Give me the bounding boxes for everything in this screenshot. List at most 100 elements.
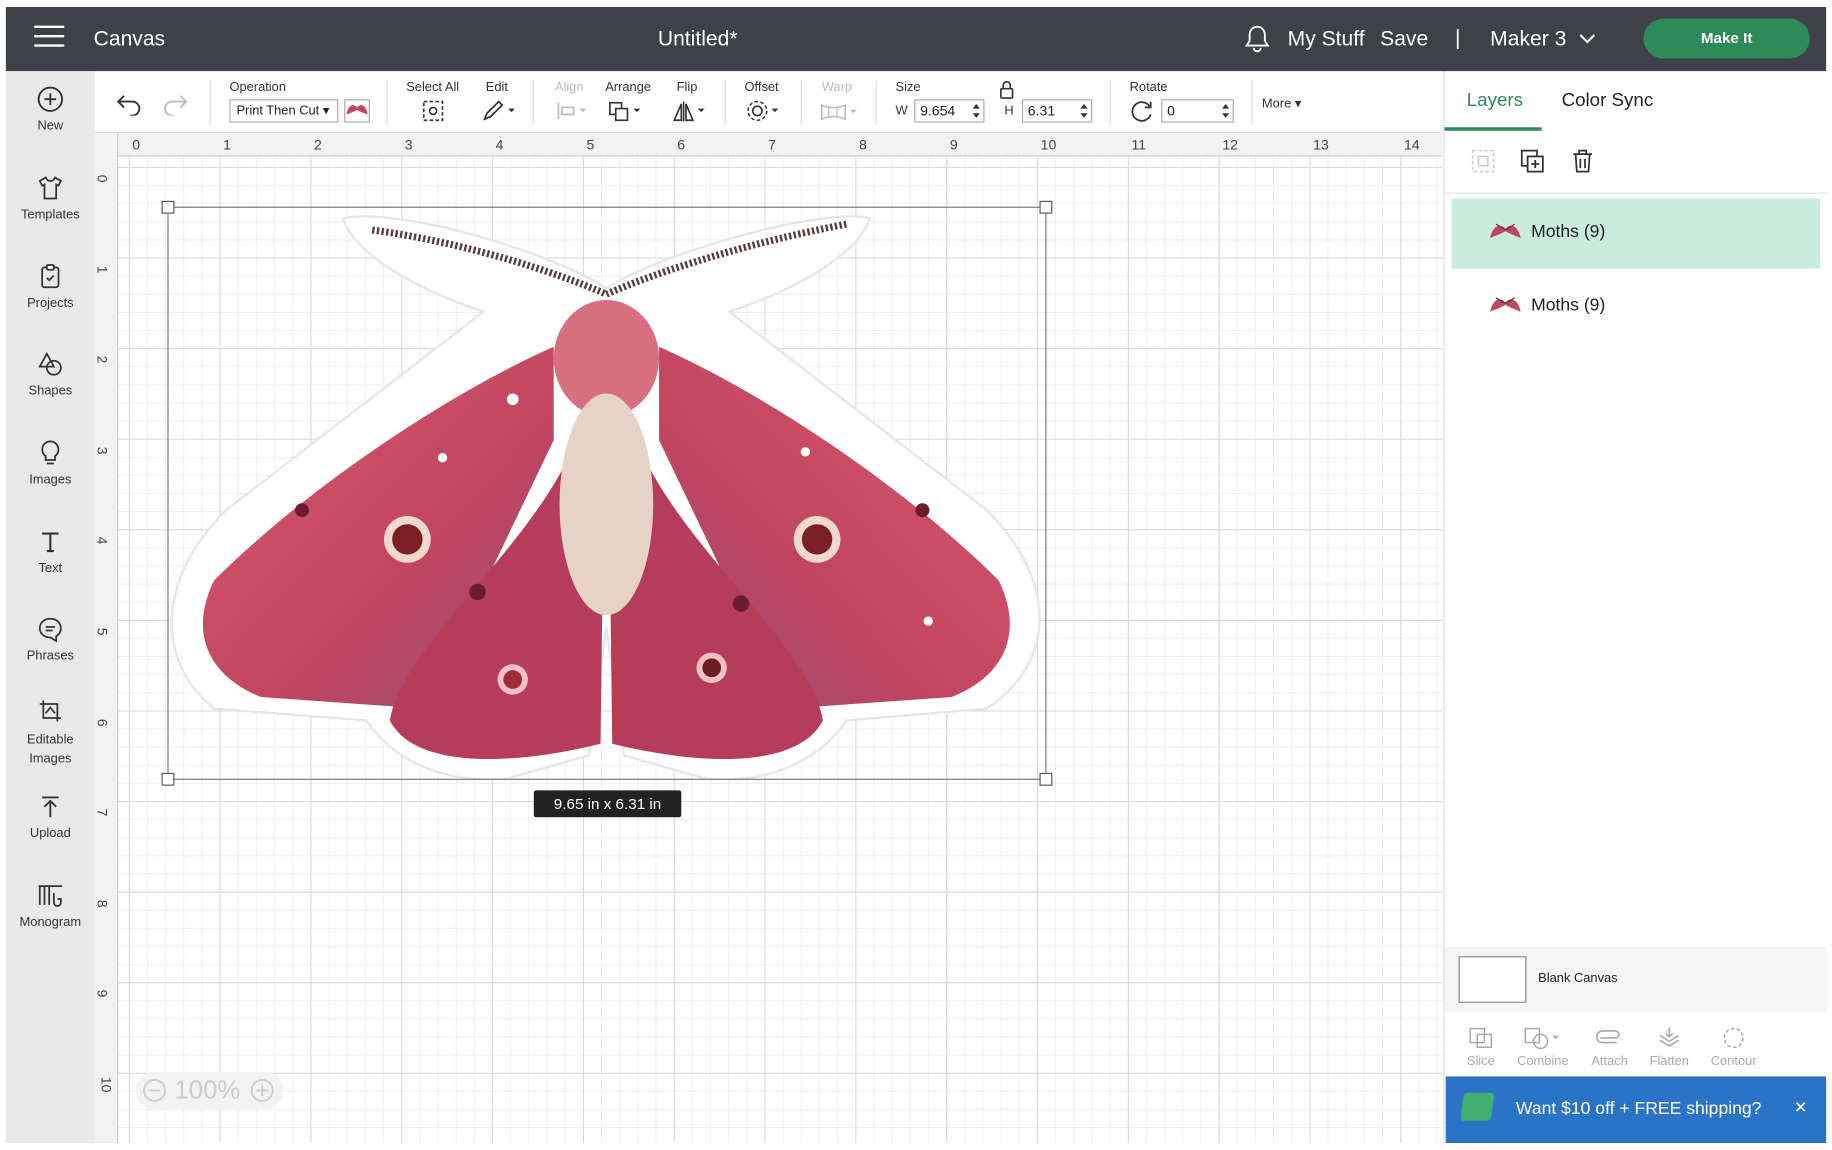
- active-tab-indicator: [1444, 127, 1542, 131]
- sidebar-item-label: Phrases: [26, 649, 74, 664]
- moth-thumbnail-icon: [1490, 297, 1521, 312]
- close-icon[interactable]: ×: [1795, 1095, 1807, 1120]
- height-value: 6.31: [1027, 102, 1056, 120]
- make-it-button[interactable]: Make It: [1643, 18, 1810, 59]
- chevron-down-icon[interactable]: [1578, 29, 1597, 48]
- contour-button[interactable]: Contour: [1704, 1026, 1763, 1068]
- slice-button[interactable]: Slice: [1452, 1026, 1511, 1068]
- ruler-tick-label: 6: [94, 718, 111, 727]
- flip-icon[interactable]: [672, 99, 709, 122]
- more-button[interactable]: More ▾: [1262, 96, 1301, 111]
- align-icon[interactable]: [555, 99, 590, 122]
- layer-row[interactable]: Moths (9): [1452, 272, 1821, 342]
- toolbar-divider: [800, 80, 802, 125]
- arrange-icon[interactable]: [608, 99, 645, 122]
- operation-select[interactable]: Print Then Cut ▾: [229, 99, 339, 123]
- width-input[interactable]: 9.654: [914, 99, 985, 123]
- ruler-tick-label: 4: [94, 537, 111, 545]
- resize-handle[interactable]: [1039, 772, 1053, 786]
- tab-layers[interactable]: Layers: [1467, 91, 1523, 112]
- rotate-input[interactable]: 0: [1161, 99, 1234, 123]
- promo-banner[interactable]: Want $10 off + FREE shipping? ×: [1445, 1076, 1827, 1143]
- my-stuff-link[interactable]: My Stuff: [1288, 27, 1365, 52]
- height-label: H: [1004, 103, 1014, 118]
- resize-handle[interactable]: [161, 200, 175, 214]
- sidebar-item-text[interactable]: Text: [6, 528, 95, 576]
- operation-color-swatch[interactable]: [344, 99, 370, 123]
- layer-name: Moths (9): [1531, 221, 1606, 242]
- stepper-icon[interactable]: [1221, 103, 1230, 119]
- toolbar-divider: [386, 80, 388, 125]
- pencil-icon[interactable]: [481, 99, 518, 122]
- sidebar-item-label: Templates: [20, 207, 80, 222]
- flatten-label: Flatten: [1649, 1054, 1689, 1069]
- flatten-button[interactable]: Flatten: [1640, 1026, 1699, 1068]
- size-tooltip: 9.65 in x 6.31 in: [533, 790, 682, 818]
- ruler-tick-label: 5: [586, 136, 595, 153]
- flatten-icon: [1659, 1027, 1680, 1047]
- save-button[interactable]: Save: [1380, 27, 1428, 52]
- lock-icon[interactable]: [999, 80, 1015, 100]
- sidebar-item-label: Shapes: [28, 384, 73, 399]
- layer-row[interactable]: Moths (9): [1451, 198, 1821, 269]
- sidebar-item-projects[interactable]: Projects: [6, 263, 95, 311]
- sidebar-item-new[interactable]: New: [6, 85, 95, 133]
- undo-icon[interactable]: [116, 92, 142, 116]
- resize-handle[interactable]: [161, 772, 175, 786]
- offset-icon[interactable]: [746, 99, 783, 122]
- machine-selector[interactable]: Maker 3: [1490, 27, 1566, 52]
- bell-icon[interactable]: [1244, 25, 1270, 53]
- hamburger-menu-icon[interactable]: [33, 25, 65, 52]
- height-input[interactable]: 6.31: [1021, 99, 1093, 123]
- toolbar-divider: [532, 80, 534, 125]
- operation-label: Operation: [229, 80, 286, 95]
- blank-canvas-row[interactable]: Blank Canvas: [1444, 946, 1828, 1013]
- selection-box[interactable]: [167, 206, 1047, 780]
- speech-icon: [38, 617, 62, 643]
- stepper-icon[interactable]: [1079, 103, 1088, 119]
- editable-image-icon: [39, 700, 61, 722]
- ruler-tick-label: 8: [858, 136, 867, 153]
- app-title: Canvas: [93, 26, 166, 51]
- zoom-in-icon[interactable]: [250, 1079, 274, 1102]
- tab-color-sync[interactable]: Color Sync: [1562, 91, 1654, 112]
- align-label: Align: [554, 80, 584, 95]
- sidebar-item-images[interactable]: Images: [6, 439, 95, 487]
- resize-handle[interactable]: [1039, 200, 1053, 214]
- attach-button[interactable]: Attach: [1580, 1026, 1639, 1068]
- rotate-label: Rotate: [1129, 80, 1168, 95]
- operation-value: Print Then Cut: [236, 103, 320, 118]
- select-all-icon[interactable]: [421, 99, 444, 122]
- topbar-divider: |: [1455, 25, 1461, 50]
- ruler-tick-label: 14: [1404, 136, 1420, 153]
- arrange-label: Arrange: [605, 80, 652, 95]
- rotate-icon[interactable]: [1130, 99, 1156, 122]
- moth-thumbnail-icon: [346, 105, 368, 115]
- ruler-tick-label: 3: [404, 136, 413, 153]
- warp-icon[interactable]: [819, 99, 861, 122]
- redo-icon[interactable]: [163, 92, 189, 116]
- sidebar-item-upload[interactable]: Upload: [6, 793, 95, 841]
- sidebar-item-templates[interactable]: Templates: [6, 174, 95, 222]
- ruler-tick-label: 7: [94, 808, 111, 817]
- sidebar-item-shapes[interactable]: Shapes: [6, 350, 95, 398]
- sidebar-item-label: Upload: [29, 826, 71, 841]
- sidebar-item-monogram[interactable]: Monogram: [6, 881, 95, 929]
- duplicate-icon[interactable]: [1519, 148, 1545, 174]
- canvas-swatch[interactable]: [1458, 956, 1527, 1003]
- sidebar-item-editable-images[interactable]: Editable Images: [6, 697, 95, 768]
- group-icon[interactable]: [1470, 148, 1496, 174]
- stepper-icon[interactable]: [972, 103, 981, 119]
- text-icon: [42, 532, 59, 553]
- combine-button[interactable]: Combine: [1514, 1026, 1573, 1068]
- edit-label: Edit: [485, 80, 509, 95]
- zoom-out-icon[interactable]: [143, 1079, 166, 1102]
- ruler-tick-label: 13: [1313, 136, 1329, 153]
- sidebar-item-phrases[interactable]: Phrases: [6, 615, 95, 663]
- slice-label: Slice: [1466, 1054, 1495, 1069]
- document-title[interactable]: Untitled*: [658, 27, 738, 52]
- toolbar-divider: [209, 80, 211, 125]
- trash-icon[interactable]: [1570, 148, 1596, 174]
- design-canvas[interactable]: 0 1 2 3 4 5 6 7 8 9 10 11 12 13 14 0 1 2 3 4 5 6 7 8 9 10: [94, 133, 1443, 1143]
- contour-label: Contour: [1710, 1054, 1757, 1069]
